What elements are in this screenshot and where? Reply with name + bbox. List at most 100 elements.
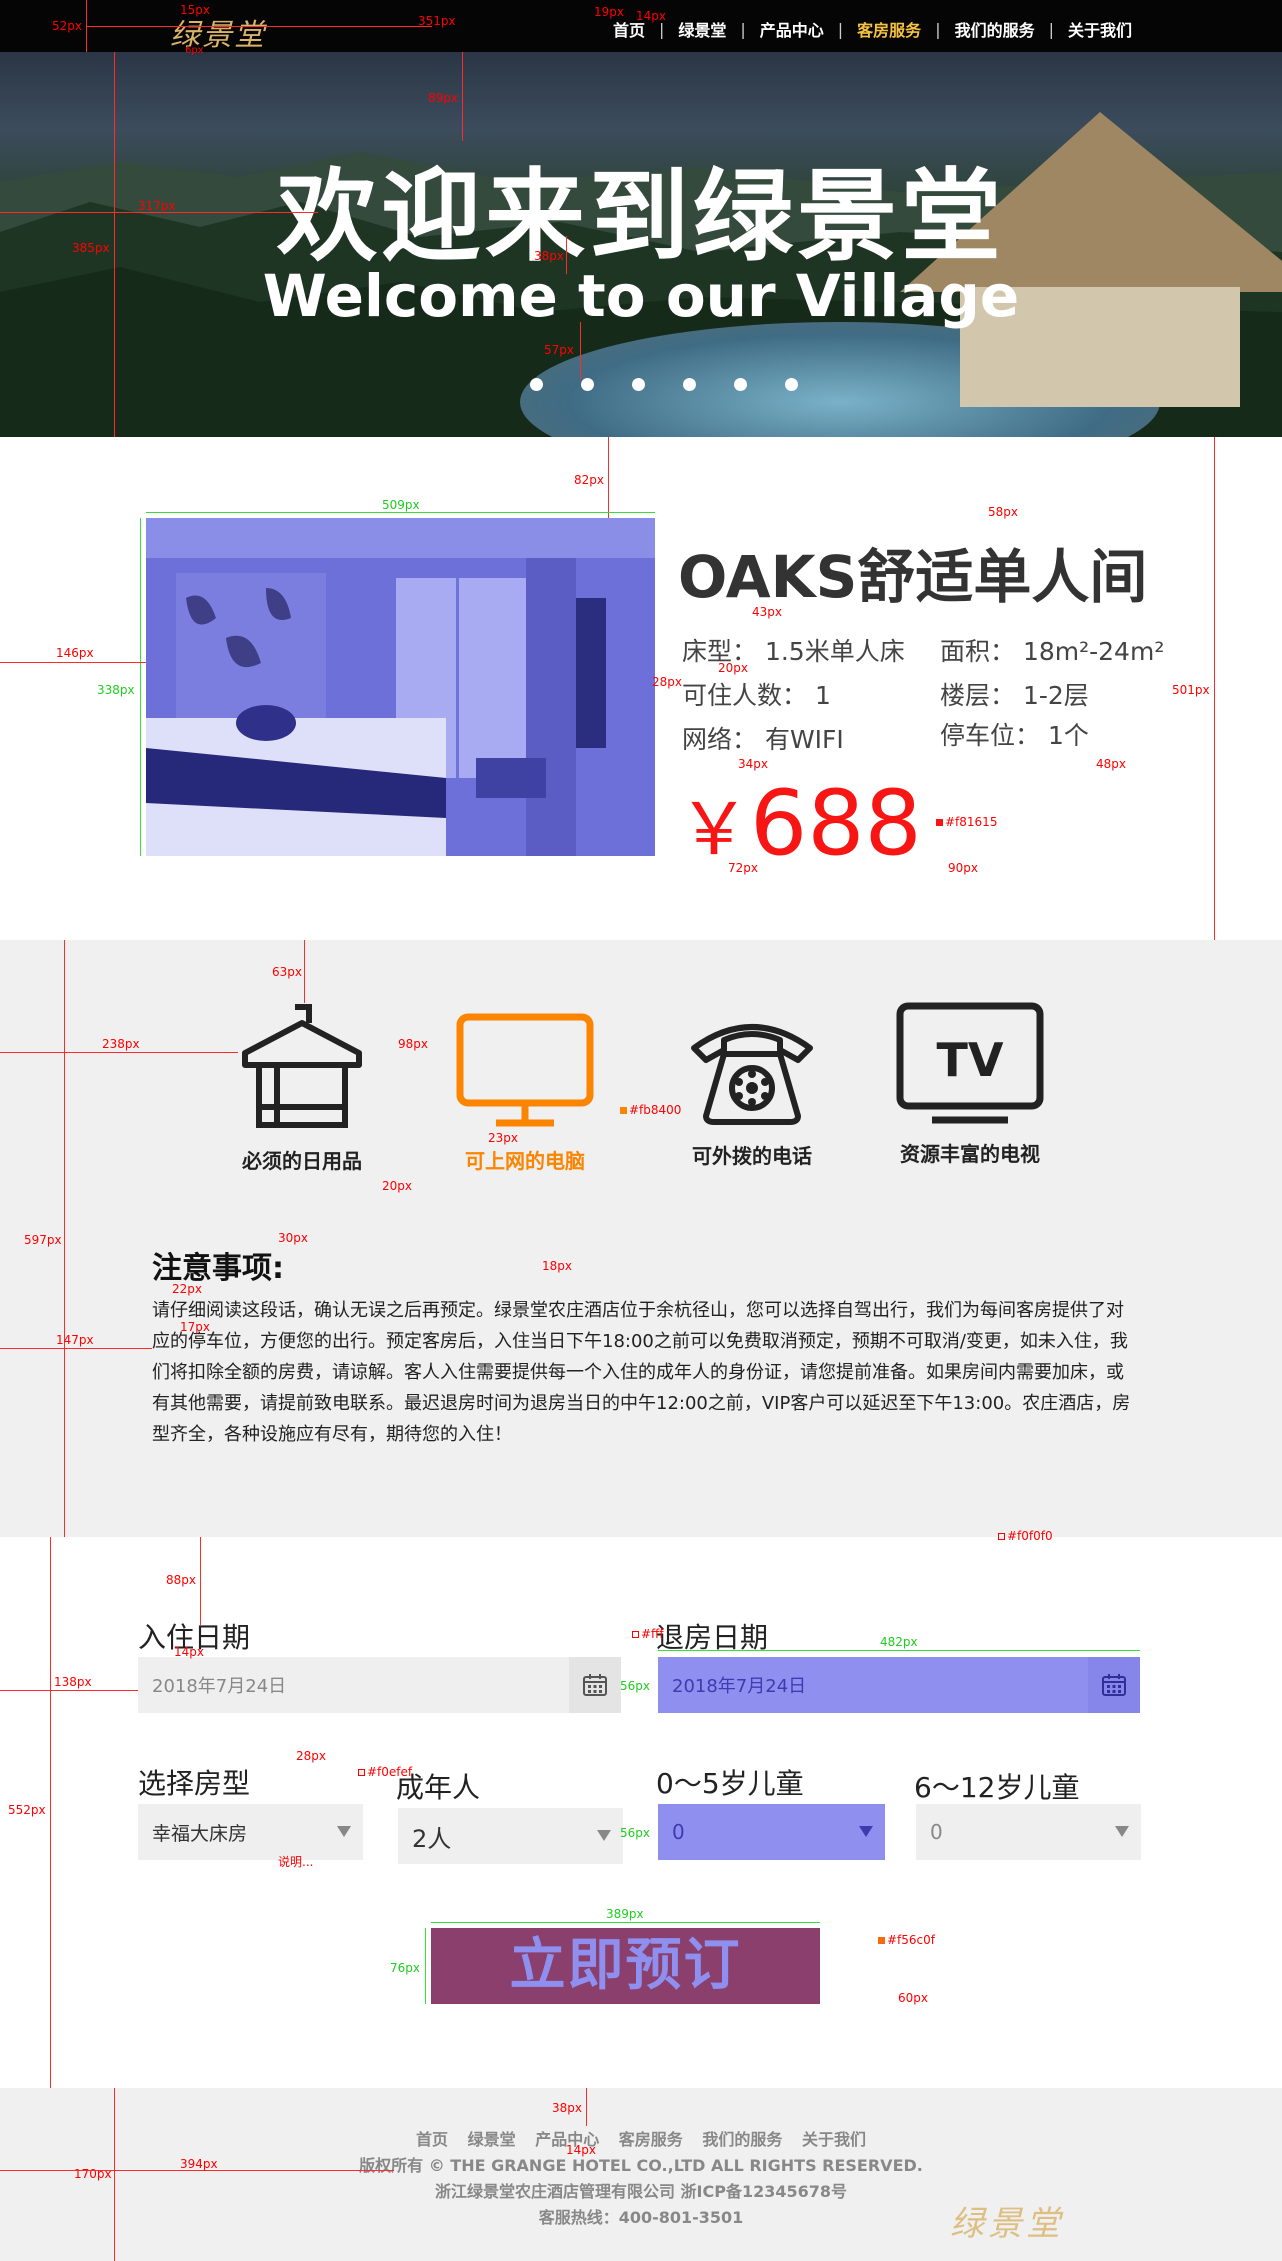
annotation-label: 389px: [606, 1907, 644, 1921]
annotation-label: 60px: [898, 1991, 928, 2005]
checkout-field[interactable]: 2018年7月24日: [658, 1657, 1140, 1713]
kids-6-12-value: 0: [930, 1820, 943, 1844]
calendar-button[interactable]: [569, 1657, 621, 1713]
hero-banner: 欢迎来到绿景堂 Welcome to our Village: [0, 52, 1282, 437]
room-type-select[interactable]: 幸福大床房: [138, 1804, 363, 1860]
carousel-dots: [530, 378, 798, 391]
annotation-label: 43px: [752, 605, 782, 619]
annotation-label: 38px: [552, 2101, 582, 2115]
kids-6-12-select[interactable]: 0: [916, 1804, 1141, 1860]
tv-icon: TV: [896, 1002, 1044, 1124]
chevron-down-icon: [337, 1826, 351, 1837]
annotation-label: 38px: [534, 249, 564, 263]
annotation-label: 98px: [398, 1037, 428, 1051]
kids-0-5-select[interactable]: 0: [658, 1804, 885, 1860]
annotation-label: 89px: [428, 91, 458, 105]
measure-line: [462, 52, 463, 141]
annotation-label: 19px: [594, 5, 624, 19]
menu-separator: |: [935, 19, 941, 39]
annotation-label: #f0f0f0: [998, 1530, 1053, 1542]
annotation-label: 48px: [1096, 757, 1126, 771]
measure-line: [50, 1537, 51, 2088]
annotation-label: 82px: [574, 473, 604, 487]
annotation-label: 385px: [72, 241, 110, 255]
adults-select[interactable]: 2人: [398, 1808, 623, 1864]
page: 绿景堂 首页 | 绿景堂 | 产品中心 | 客房服务 | 我们的服务 | 关于我…: [0, 0, 1282, 2261]
measure-line: [304, 940, 305, 1003]
measure-line: [1214, 437, 1215, 940]
menu-separator: |: [1048, 19, 1054, 39]
carousel-dot[interactable]: [683, 378, 696, 391]
annotation-label: 351px: [418, 14, 456, 28]
calendar-button[interactable]: [1088, 1657, 1140, 1713]
footer-link-our-services[interactable]: 我们的服务: [702, 2130, 782, 2149]
annotation-label: 17px: [180, 1320, 210, 1334]
carousel-dot[interactable]: [734, 378, 747, 391]
kids-0-5-value: 0: [672, 1820, 685, 1844]
measure-line: [200, 1537, 201, 1625]
menu-item-about[interactable]: 关于我们: [1068, 17, 1132, 41]
annotation-label: 63px: [272, 965, 302, 979]
chevron-down-icon: [597, 1830, 611, 1841]
menu-item-our-services[interactable]: 我们的服务: [955, 17, 1035, 41]
annotation-label: #f0efef: [358, 1766, 412, 1778]
carousel-dot[interactable]: [785, 378, 798, 391]
feature-telephone: 可外拨的电话: [672, 1012, 832, 1169]
menu-separator: |: [837, 19, 844, 39]
notice-text: 请仔细阅读这段话，确认无误之后再预定。绿景堂农庄酒店位于余杭径山，您可以选择自驾…: [152, 1300, 1131, 1445]
measure-line: [608, 437, 609, 518]
measure-line: [0, 1348, 152, 1349]
annotation-label: #fb8400: [620, 1104, 681, 1116]
chevron-down-icon: [1115, 1826, 1129, 1837]
checkout-value: 2018年7月24日: [672, 1676, 807, 1697]
book-now-button[interactable]: 立即预订: [431, 1928, 820, 2004]
annotation-label: 147px: [56, 1333, 94, 1347]
room-name: OAKS舒适单人间: [678, 543, 1148, 611]
checkin-field[interactable]: 2018年7月24日: [138, 1657, 621, 1713]
spec-floor: 楼层： 1-2层: [940, 681, 1089, 710]
annotation-label: 597px: [24, 1233, 62, 1247]
kids-0-5-label: 0～5岁儿童: [656, 1767, 804, 1800]
room-type-value: 幸福大床房: [152, 1822, 248, 1845]
footer-logo: 绿景堂: [950, 2204, 1064, 2244]
measure-line: [146, 512, 655, 513]
footer-link-about[interactable]: 关于我们: [802, 2130, 866, 2149]
annotation-label: 34px: [738, 757, 768, 771]
calendar-icon: [583, 1674, 607, 1696]
annotation-label: #f56c0f: [878, 1934, 935, 1946]
feature-toiletries: 必须的日用品: [222, 1003, 382, 1174]
menu-separator: |: [740, 19, 746, 39]
measure-line: [0, 662, 146, 663]
annotation-label: 72px: [728, 861, 758, 875]
annotation-label: 317px: [138, 199, 176, 213]
measure-line: [0, 1690, 138, 1691]
svg-text:TV: TV: [937, 1033, 1004, 1087]
spec-network: 网络： 有WIFI: [682, 725, 844, 754]
footer-link-room-service[interactable]: 客房服务: [619, 2130, 683, 2149]
footer-links: 首页 绿景堂 产品中心 客房服务 我们的服务 关于我们: [0, 2126, 1282, 2150]
footer-link-home[interactable]: 首页: [416, 2130, 448, 2149]
feature-label: 必须的日用品: [242, 1149, 362, 1173]
footer-link-lvjingtang[interactable]: 绿景堂: [468, 2130, 516, 2149]
annotation-label: 509px: [382, 498, 420, 512]
menu-item-products[interactable]: 产品中心: [760, 17, 824, 41]
notice-title: 注意事项:: [152, 1251, 284, 1286]
annotation-label: 88px: [166, 1573, 196, 1587]
menu-item-room-service[interactable]: 客房服务: [857, 17, 921, 41]
annotation-label: 482px: [880, 1635, 918, 1649]
annotation-label: 28px: [296, 1749, 326, 1763]
measure-line: [140, 518, 141, 856]
annotation-label: 76px: [390, 1961, 420, 1975]
spec-bed: 床型： 1.5米单人床: [682, 637, 905, 666]
annotation-label: 552px: [8, 1803, 46, 1817]
annotation-label: 57px: [544, 343, 574, 357]
measure-line: [114, 52, 115, 437]
menu-item-lvjingtang[interactable]: 绿景堂: [678, 17, 726, 41]
carousel-dot[interactable]: [530, 378, 543, 391]
measure-line: [658, 1650, 1140, 1651]
carousel-dot[interactable]: [632, 378, 645, 391]
annotation-label: 30px: [278, 1231, 308, 1245]
footer-hotline: 客服热线：400-801-3501: [538, 2208, 744, 2227]
carousel-dot[interactable]: [581, 378, 594, 391]
feature-label: 资源丰富的电视: [900, 1142, 1040, 1166]
